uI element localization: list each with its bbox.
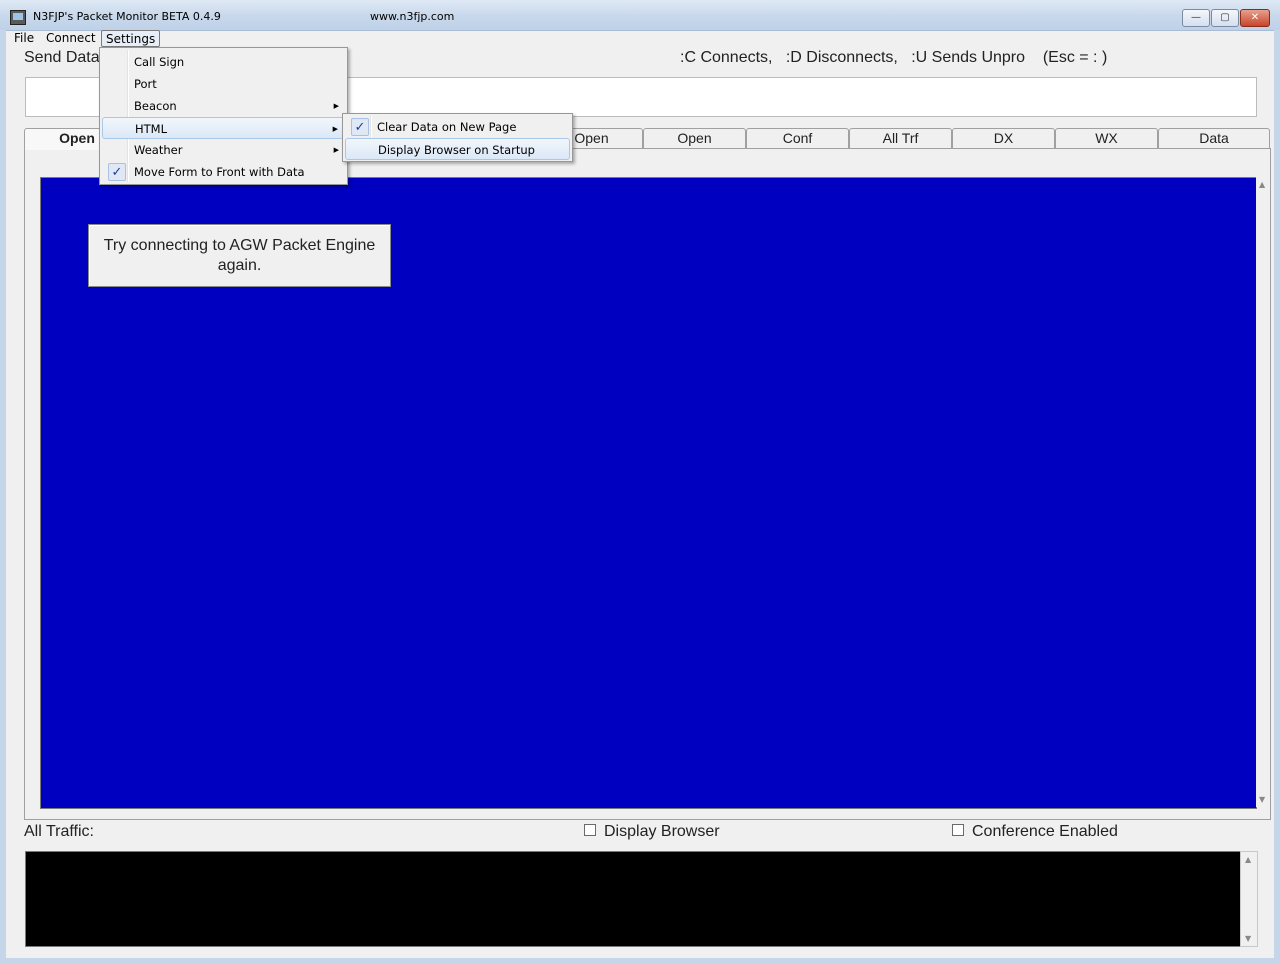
scroll-down-icon[interactable]: ▼ bbox=[1259, 795, 1265, 804]
menu-item-beacon[interactable]: Beacon ▶ bbox=[102, 95, 345, 117]
maximize-icon: ▢ bbox=[1220, 12, 1230, 23]
display-browser-checkbox[interactable] bbox=[584, 823, 596, 836]
menu-item-label: Port bbox=[134, 77, 157, 91]
conference-enabled-label: Conference Enabled bbox=[972, 823, 1118, 840]
tab-data[interactable]: Data bbox=[1158, 128, 1270, 148]
menu-item-weather[interactable]: Weather ▶ bbox=[102, 139, 345, 161]
tab-conf[interactable]: Conf bbox=[746, 128, 849, 148]
checkmark-icon: ✓ bbox=[351, 118, 369, 136]
menu-item-label: Call Sign bbox=[134, 55, 185, 69]
tab-open-4[interactable]: Open bbox=[643, 128, 746, 148]
send-data-label: Send Data bbox=[24, 49, 100, 66]
scroll-down-icon[interactable]: ▼ bbox=[1245, 934, 1251, 943]
display-browser-label: Display Browser bbox=[604, 823, 720, 840]
menu-file[interactable]: File bbox=[10, 30, 38, 46]
menu-item-port[interactable]: Port bbox=[102, 73, 345, 95]
window-frame-right bbox=[1274, 30, 1280, 964]
window-frame-bottom bbox=[0, 958, 1280, 964]
window-frame-left bbox=[0, 30, 6, 964]
menu-item-label: Clear Data on New Page bbox=[377, 120, 517, 134]
menu-item-display-browser-on-startup[interactable]: Display Browser on Startup bbox=[345, 138, 570, 160]
maximize-button[interactable]: ▢ bbox=[1211, 9, 1239, 27]
menu-item-call-sign[interactable]: Call Sign bbox=[102, 51, 345, 73]
submenu-arrow-icon: ▶ bbox=[333, 146, 339, 154]
scroll-up-icon[interactable]: ▲ bbox=[1259, 180, 1265, 189]
all-traffic-display[interactable] bbox=[25, 851, 1241, 947]
alert-message: Try connecting to AGW Packet Engine agai… bbox=[88, 224, 391, 287]
command-help-text: :C Connects, :D Disconnects, :U Sends Un… bbox=[680, 49, 1108, 66]
menu-item-move-form-to-front[interactable]: ✓ Move Form to Front with Data bbox=[102, 161, 345, 183]
menu-item-label: Weather bbox=[134, 143, 183, 157]
tab-wx[interactable]: WX bbox=[1055, 128, 1158, 148]
minimize-icon: — bbox=[1191, 12, 1201, 23]
conference-enabled-checkbox-row[interactable]: Conference Enabled bbox=[952, 823, 1118, 841]
all-traffic-label: All Traffic: bbox=[24, 823, 94, 840]
app-icon[interactable] bbox=[10, 10, 26, 25]
menu-item-clear-data-on-new-page[interactable]: ✓ Clear Data on New Page bbox=[345, 116, 570, 138]
menu-item-html[interactable]: HTML ▶ bbox=[102, 117, 345, 139]
tab-dx[interactable]: DX bbox=[952, 128, 1055, 148]
checkmark-icon: ✓ bbox=[108, 163, 126, 181]
html-submenu: ✓ Clear Data on New Page Display Browser… bbox=[342, 113, 573, 162]
monitor-scrollbar[interactable]: ▲ ▼ bbox=[1256, 177, 1269, 807]
menu-item-label: Beacon bbox=[134, 99, 177, 113]
menu-item-label: HTML bbox=[135, 122, 168, 136]
display-browser-checkbox-row[interactable]: Display Browser bbox=[584, 823, 720, 841]
close-button[interactable]: ✕ bbox=[1240, 9, 1270, 27]
menu-item-label: Display Browser on Startup bbox=[378, 143, 535, 157]
close-icon: ✕ bbox=[1250, 12, 1260, 23]
minimize-button[interactable]: — bbox=[1182, 9, 1210, 27]
menu-settings[interactable]: Settings bbox=[101, 30, 161, 47]
conference-enabled-checkbox[interactable] bbox=[952, 823, 964, 836]
settings-menu: Call Sign Port Beacon ▶ HTML ▶ Weather ▶… bbox=[99, 47, 348, 185]
menu-connect[interactable]: Connect bbox=[42, 30, 100, 46]
window-url: www.n3fjp.com bbox=[370, 10, 455, 23]
traffic-scrollbar[interactable]: ▲ ▼ bbox=[1240, 851, 1258, 947]
menu-item-label: Move Form to Front with Data bbox=[134, 165, 305, 179]
submenu-arrow-icon: ▶ bbox=[332, 125, 338, 133]
submenu-arrow-icon: ▶ bbox=[333, 102, 339, 110]
scroll-up-icon[interactable]: ▲ bbox=[1245, 855, 1251, 864]
tab-all-trf[interactable]: All Trf bbox=[849, 128, 952, 148]
window-title: N3FJP's Packet Monitor BETA 0.4.9 bbox=[33, 10, 221, 23]
